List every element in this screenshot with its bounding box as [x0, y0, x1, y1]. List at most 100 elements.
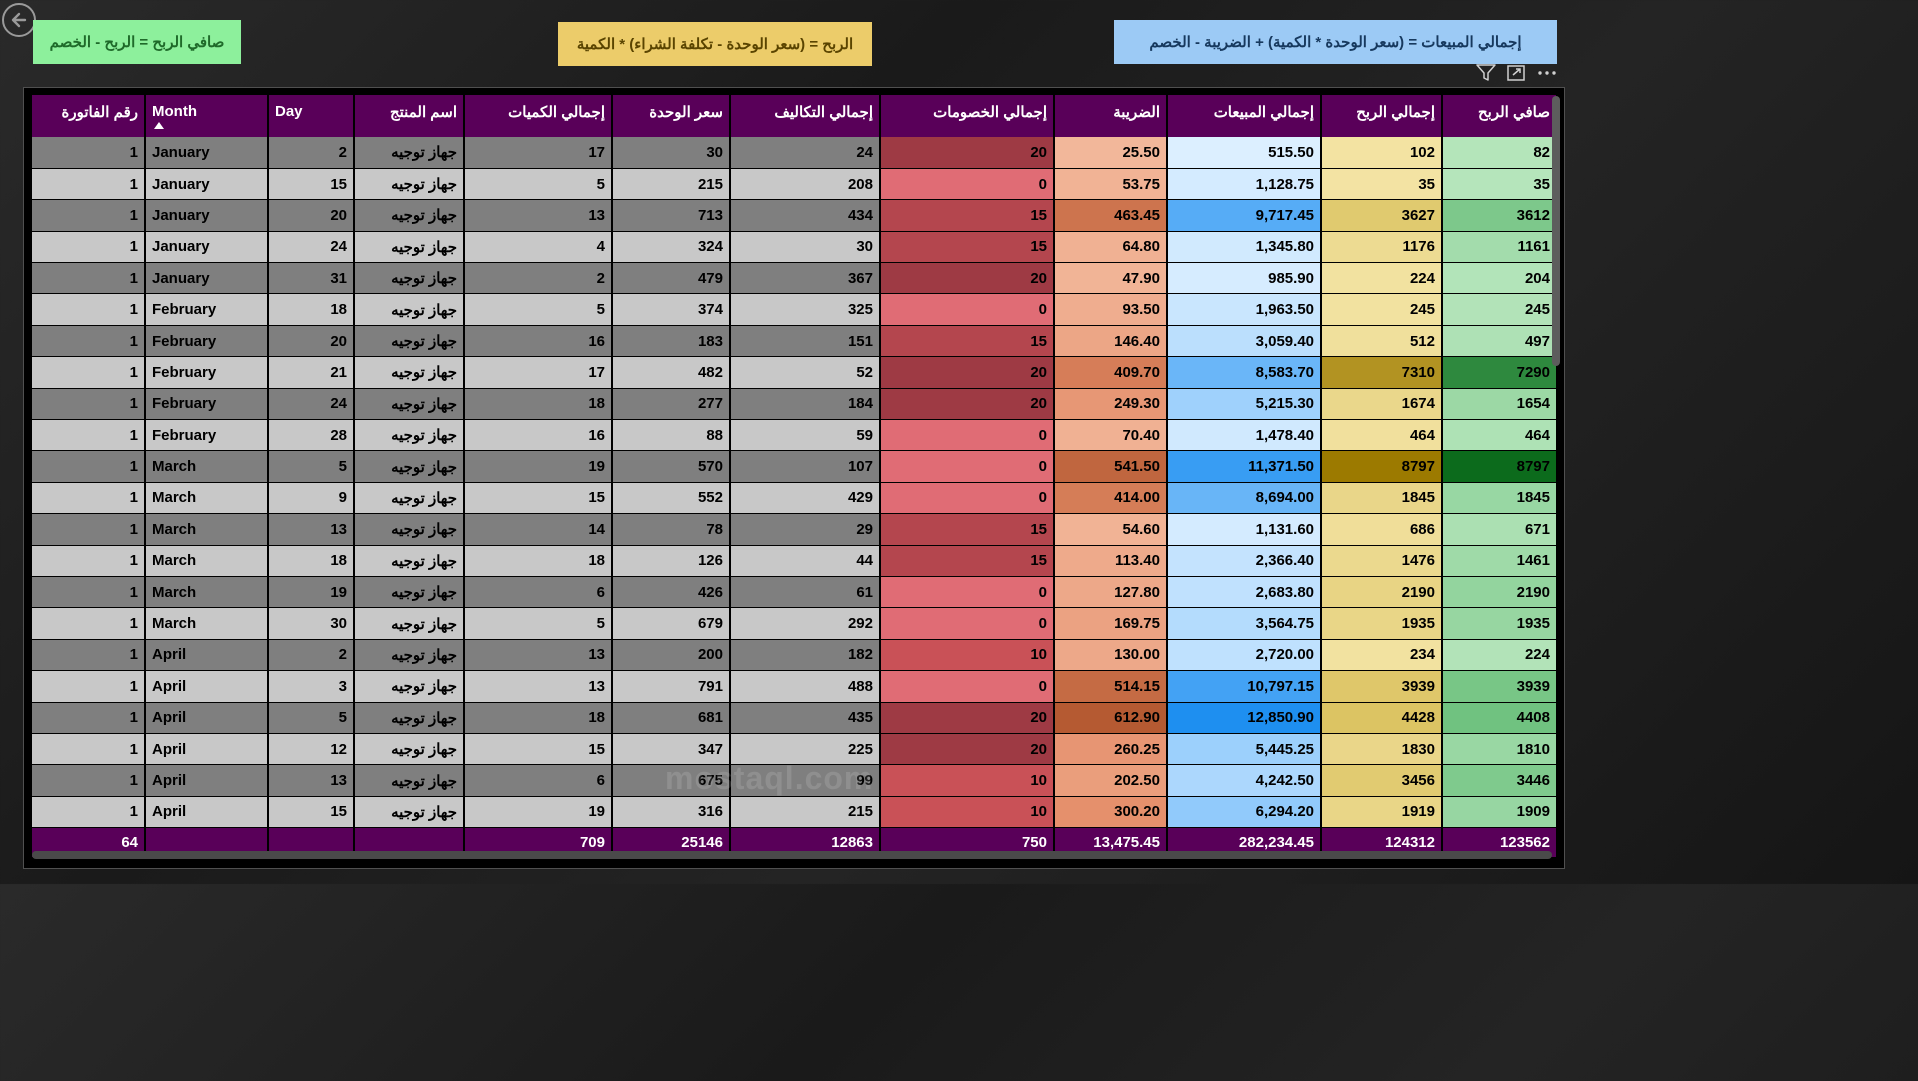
table-row[interactable]: 1 February 28 جهاز توجيه 16 88 59 0 70.40 1,478.4…: [32, 419, 1558, 452]
table-row[interactable]: 1 February 20 جهاز توجيه 16 183 151 15 146.40 3,0…: [32, 325, 1558, 358]
table-row[interactable]: 1 March 9 جهاز توجيه 15 552 429 0 414.00 8,694.00…: [32, 482, 1558, 515]
table-row[interactable]: 1 February 24 جهاز توجيه 18 277 184 20 249.30 5,2…: [32, 388, 1558, 421]
cell-sales: 1,128.75: [1167, 168, 1322, 201]
cell-discounts: 10: [880, 796, 1055, 829]
cell-costs: 99: [730, 764, 881, 797]
cell-product: جهاز توجيه: [354, 199, 465, 232]
cell-month: January: [145, 168, 269, 201]
table-row[interactable]: 1 March 5 جهاز توجيه 19 570 107 0 541.50 11,371.5…: [32, 450, 1558, 483]
table-row[interactable]: 1 April 15 جهاز توجيه 19 316 215 10 300.20 6,294.…: [32, 796, 1558, 829]
table-row[interactable]: 1 January 20 جهاز توجيه 13 713 434 15 463.45 9,71…: [32, 199, 1558, 232]
cell-quantity: 5: [464, 168, 613, 201]
cell-product: جهاز توجيه: [354, 764, 465, 797]
cell-month: January: [145, 199, 269, 232]
horizontal-scrollbar[interactable]: [32, 851, 1552, 859]
column-header-quantity[interactable]: إجمالي الكميات: [464, 95, 613, 137]
column-header-discounts[interactable]: إجمالي الخصومات: [880, 95, 1055, 137]
table-row[interactable]: 1 February 21 جهاز توجيه 17 482 52 20 409.70 8,58…: [32, 356, 1558, 389]
column-header-unit-price[interactable]: سعر الوحدة: [612, 95, 731, 137]
cell-costs: 30: [730, 231, 881, 264]
table-row[interactable]: 1 January 2 جهاز توجيه 17 30 24 20 25.50 515.50 10…: [32, 137, 1558, 169]
cell-sales: 12,850.90: [1167, 702, 1322, 734]
column-header-label: إجمالي الخصومات: [933, 104, 1047, 121]
cell-discounts: 20: [880, 702, 1055, 734]
table-row[interactable]: 1 March 18 جهاز توجيه 18 126 44 15 113.40 2,366.4…: [32, 545, 1558, 577]
cell-net-profit: 497: [1442, 325, 1558, 358]
filter-icon[interactable]: [1476, 64, 1496, 82]
cell-tax: 463.45: [1054, 199, 1168, 232]
cell-invoice: 1: [32, 733, 146, 766]
vertical-scrollbar[interactable]: [1552, 96, 1560, 366]
column-header-label: اسم المنتج: [389, 104, 457, 121]
cell-tax: 54.60: [1054, 513, 1168, 546]
cell-discounts: 20: [880, 733, 1055, 766]
cell-month: March: [145, 513, 269, 546]
column-header-profit[interactable]: إجمالي الربح: [1321, 95, 1443, 137]
cell-sales: 8,583.70: [1167, 356, 1322, 389]
cell-quantity: 19: [464, 450, 613, 483]
column-header-invoice[interactable]: رقم الفاتورة: [32, 95, 146, 137]
cell-discounts: 20: [880, 388, 1055, 421]
cell-invoice: 1: [32, 419, 146, 452]
table-row[interactable]: 1 April 13 جهاز توجيه 6 675 99 10 202.50 4,242.50…: [32, 764, 1558, 797]
column-header-month[interactable]: Month: [145, 95, 269, 137]
column-header-tax[interactable]: الضريبة: [1054, 95, 1168, 137]
cell-quantity: 19: [464, 796, 613, 829]
column-header-label: Day: [275, 103, 303, 120]
column-header-label: صافي الربح: [1477, 104, 1550, 121]
cell-invoice: 1: [32, 262, 146, 295]
table-row[interactable]: 1 April 12 جهاز توجيه 15 347 225 20 260.25 5,445.…: [32, 733, 1558, 766]
cell-quantity: 4: [464, 231, 613, 264]
table-row[interactable]: 1 March 19 جهاز توجيه 6 426 61 0 127.80 2,683.80 2…: [32, 576, 1558, 609]
column-header-product[interactable]: اسم المنتج: [354, 95, 465, 137]
cell-net-profit: 8797: [1442, 450, 1558, 483]
column-header-costs[interactable]: إجمالي التكاليف: [730, 95, 881, 137]
profit-formula-card: الربح = (سعر الوحدة - تكلفة الشراء) * ال…: [558, 22, 872, 66]
cell-day: 5: [268, 450, 355, 483]
column-header-net-profit[interactable]: صافي الربح: [1442, 95, 1558, 137]
cell-day: 31: [268, 262, 355, 295]
cell-profit: 1935: [1321, 607, 1443, 640]
table-row[interactable]: 1 April 3 جهاز توجيه 13 791 488 0 514.15 10,797.1…: [32, 670, 1558, 703]
cell-sales: 3,564.75: [1167, 607, 1322, 640]
cell-unit-price: 713: [612, 199, 731, 232]
cell-quantity: 17: [464, 356, 613, 389]
cell-product: جهاز توجيه: [354, 670, 465, 703]
sales-table-visual: رقم الفاتورة Month Day اسم المنتج إجمالي…: [23, 87, 1565, 869]
header-row: رقم الفاتورة Month Day اسم المنتج إجمالي…: [32, 95, 1558, 137]
focus-mode-icon[interactable]: [1506, 64, 1526, 82]
table-row[interactable]: 1 January 15 جهاز توجيه 5 215 208 0 53.75 1,128.7…: [32, 168, 1558, 201]
cell-quantity: 17: [464, 137, 613, 169]
cell-month: March: [145, 450, 269, 483]
cell-tax: 70.40: [1054, 419, 1168, 452]
table-row[interactable]: 1 January 24 جهاز توجيه 4 324 30 15 64.80 1,345.8…: [32, 231, 1558, 264]
cell-day: 15: [268, 796, 355, 829]
table-row[interactable]: 1 April 2 جهاز توجيه 13 200 182 10 130.00 2,720.0…: [32, 639, 1558, 672]
table-row[interactable]: 1 January 31 جهاز توجيه 2 479 367 20 47.90 985.90…: [32, 262, 1558, 295]
cell-day: 21: [268, 356, 355, 389]
cell-costs: 429: [730, 482, 881, 515]
cell-net-profit: 7290: [1442, 356, 1558, 389]
column-header-day[interactable]: Day: [268, 95, 355, 137]
cell-net-profit: 245: [1442, 293, 1558, 326]
cell-costs: 434: [730, 199, 881, 232]
cell-unit-price: 675: [612, 764, 731, 797]
cell-unit-price: 570: [612, 450, 731, 483]
cell-product: جهاز توجيه: [354, 325, 465, 358]
cell-unit-price: 78: [612, 513, 731, 546]
table-row[interactable]: 1 March 13 جهاز توجيه 14 78 29 15 54.60 1,131.60 6…: [32, 513, 1558, 546]
table-row[interactable]: 1 March 30 جهاز توجيه 5 679 292 0 169.75 3,564.75…: [32, 607, 1558, 640]
column-header-label: رقم الفاتورة: [61, 104, 139, 121]
table-row[interactable]: 1 April 5 جهاز توجيه 18 681 435 20 612.90 12,850.…: [32, 702, 1558, 734]
visual-header-toolbar: [1476, 64, 1558, 82]
more-options-icon[interactable]: [1536, 64, 1558, 82]
back-button[interactable]: [2, 3, 36, 37]
cell-day: 12: [268, 733, 355, 766]
cell-month: February: [145, 356, 269, 389]
cell-costs: 151: [730, 325, 881, 358]
cell-product: جهاز توجيه: [354, 607, 465, 640]
cell-profit: 1674: [1321, 388, 1443, 421]
column-header-sales[interactable]: إجمالي المبيعات: [1167, 95, 1322, 137]
table-row[interactable]: 1 February 18 جهاز توجيه 5 374 325 0 93.50 1,963.…: [32, 293, 1558, 326]
cell-month: February: [145, 293, 269, 326]
